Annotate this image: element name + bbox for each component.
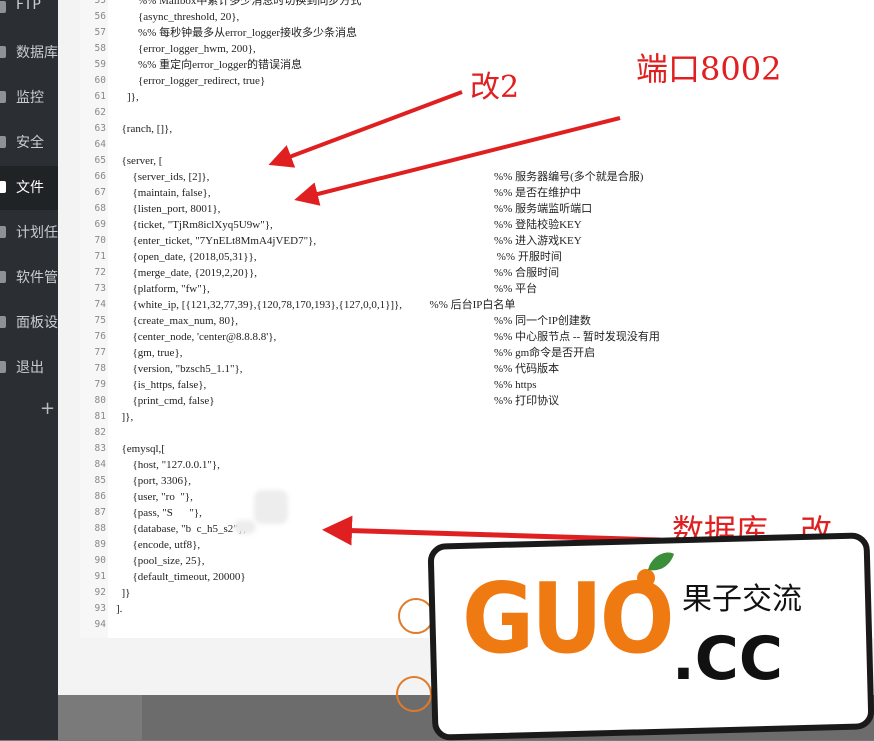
annotation-change2: 改2 xyxy=(470,70,520,105)
watermark-brand: GUO xyxy=(462,561,674,676)
watermark-chinese: 果子交流 xyxy=(682,582,802,617)
annotation-port: 端口8002 xyxy=(636,50,782,88)
arrow-to-server-ids xyxy=(268,90,463,168)
watermark-domain: .CC xyxy=(672,624,783,694)
arrow-to-listen-port xyxy=(294,116,621,206)
watermark-logo: GUO 果子交流 .CC xyxy=(420,530,874,741)
